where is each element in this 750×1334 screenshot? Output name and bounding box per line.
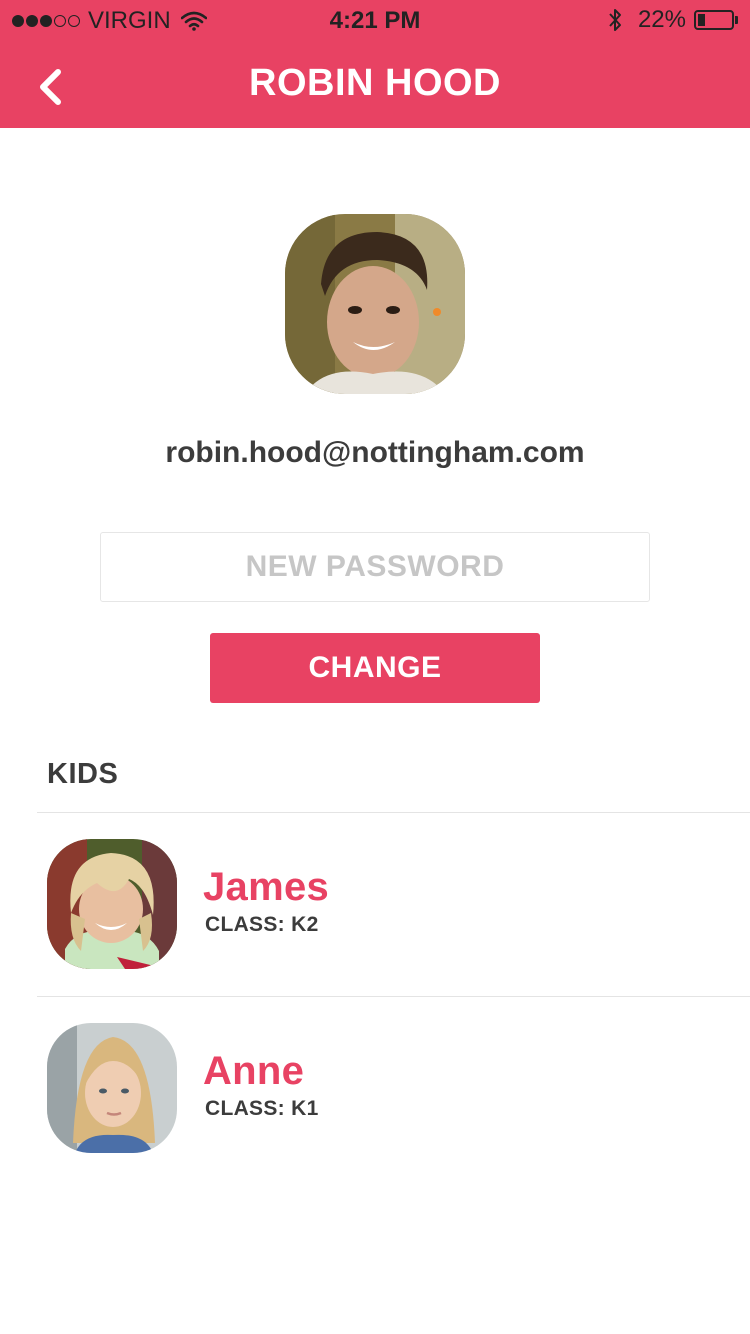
user-email: robin.hood@nottingham.com — [165, 436, 585, 469]
bluetooth-icon — [609, 9, 621, 31]
kid-name: Anne — [203, 1049, 305, 1093]
kid-avatar — [47, 1023, 177, 1153]
battery-percent: 22% — [637, 6, 686, 33]
kid-item-anne[interactable]: Anne CLASS: K1 — [0, 1023, 750, 1153]
kid-photo — [47, 1023, 177, 1153]
battery-tip — [735, 16, 738, 24]
app-header: VIRGIN 4:21 PM 22% ROBIN HOOD — [0, 0, 750, 128]
new-password-input[interactable] — [100, 532, 650, 602]
status-bar: VIRGIN 4:21 PM 22% — [0, 0, 750, 42]
kid-photo — [47, 839, 177, 969]
kid-item-james[interactable]: James CLASS: K2 — [0, 839, 750, 969]
kid-class: CLASS: K2 — [205, 913, 319, 936]
divider — [37, 812, 750, 813]
battery-level — [698, 14, 705, 26]
battery-icon — [694, 10, 734, 30]
change-password-button[interactable]: CHANGE — [210, 633, 540, 703]
kids-heading: KIDS — [47, 758, 119, 790]
kid-name: James — [203, 865, 330, 909]
profile-avatar[interactable] — [285, 214, 465, 394]
page-title: ROBIN HOOD — [249, 62, 501, 104]
divider — [37, 996, 750, 997]
kid-avatar — [47, 839, 177, 969]
kid-class: CLASS: K1 — [205, 1097, 319, 1120]
status-right: 22% — [608, 6, 738, 34]
profile-photo — [285, 214, 465, 394]
